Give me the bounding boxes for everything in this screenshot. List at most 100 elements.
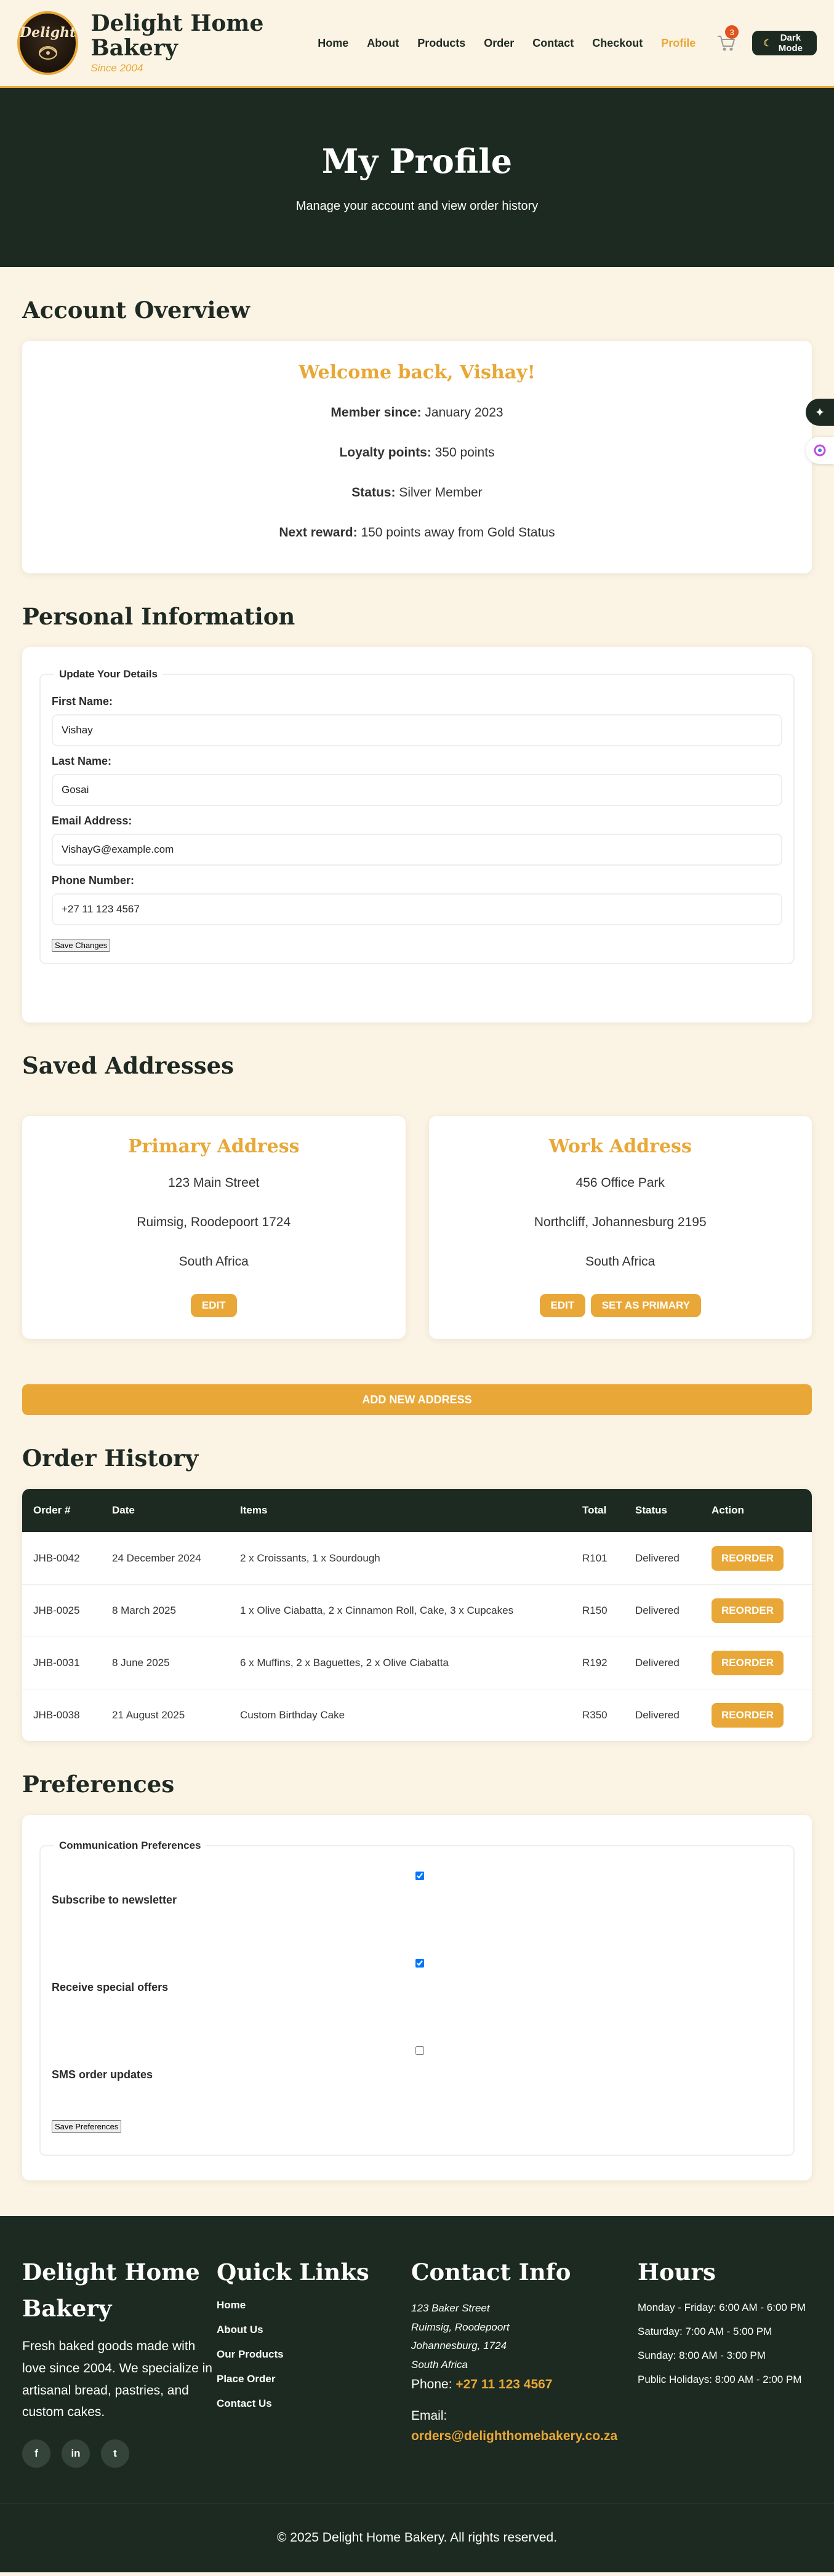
- save-preferences-button[interactable]: Save Preferences: [52, 2120, 122, 2133]
- footer-about-text: Fresh baked goods made with love since 2…: [22, 2339, 212, 2420]
- column-header: Items: [240, 1504, 268, 1516]
- order-date-cell: 21 August 2025: [101, 1688, 229, 1741]
- first-name-input[interactable]: [52, 714, 782, 746]
- column-header: Total: [582, 1504, 607, 1516]
- table-header-row: Order # Date Items Total Status Action: [22, 1489, 812, 1532]
- nav-profile[interactable]: Profile: [661, 37, 696, 50]
- save-changes-button[interactable]: Save Changes: [52, 939, 111, 952]
- phone-label: Phone Number:: [52, 874, 135, 887]
- order-date-cell: 24 December 2024: [101, 1531, 229, 1584]
- order-total-cell: R150: [571, 1584, 624, 1637]
- add-new-address-button[interactable]: ADD NEW ADDRESS: [22, 1384, 812, 1415]
- sms-updates-checkbox[interactable]: [415, 2046, 424, 2055]
- nav-contact[interactable]: Contact: [532, 37, 574, 50]
- assistant-icon: [814, 444, 826, 457]
- column-header: Status: [635, 1504, 667, 1516]
- accessibility-widget-button[interactable]: ✦: [806, 399, 834, 426]
- email-input[interactable]: [52, 834, 782, 866]
- order-action-cell: REORDER: [700, 1531, 812, 1584]
- footer-link-contact[interactable]: Contact Us: [217, 2398, 411, 2410]
- order-total-cell: R350: [571, 1688, 624, 1741]
- table-row: JHB-0042 24 December 2024 2 x Croissants…: [22, 1531, 812, 1584]
- address-title: Work Address: [548, 1136, 692, 1157]
- footer-link-about[interactable]: About Us: [217, 2324, 411, 2336]
- nav-products[interactable]: Products: [417, 37, 465, 50]
- address-title: Primary Address: [127, 1136, 300, 1157]
- set-primary-button[interactable]: SET AS PRIMARY: [590, 1294, 701, 1317]
- order-date-cell: 8 March 2025: [101, 1584, 229, 1637]
- nav-checkout[interactable]: Checkout: [592, 37, 643, 50]
- newsletter-checkbox[interactable]: [415, 1872, 424, 1880]
- order-status-cell: Delivered: [624, 1636, 700, 1689]
- linkedin-icon[interactable]: in: [62, 2439, 90, 2468]
- reorder-button[interactable]: REORDER: [712, 1545, 784, 1571]
- footer-address-line: 123 Baker Street: [411, 2302, 490, 2315]
- address-line: Ruimsig, Roodepoort 1724: [137, 1215, 291, 1229]
- loyalty-points-label: Loyalty points:: [339, 445, 431, 460]
- edit-address-button[interactable]: EDIT: [190, 1294, 237, 1317]
- order-action-cell: REORDER: [700, 1584, 812, 1637]
- footer-copyright: © 2025 Delight Home Bakery. All rights r…: [0, 2503, 834, 2572]
- footer-link-home[interactable]: Home: [217, 2299, 411, 2311]
- footer-phone-value[interactable]: +27 11 123 4567: [455, 2377, 552, 2391]
- main-nav: Home About Products Order Contact Checko…: [318, 37, 714, 50]
- footer-link-order[interactable]: Place Order: [217, 2373, 411, 2385]
- nav-about[interactable]: About: [367, 37, 399, 50]
- status-value: Silver Member: [399, 485, 483, 500]
- hours-entry: Monday - Friday: 6:00 AM - 6:00 PM: [638, 2302, 806, 2314]
- personal-info-title: Personal Information: [22, 603, 295, 630]
- status-row: Status: Silver Member: [22, 485, 812, 500]
- last-name-input[interactable]: [52, 774, 782, 806]
- address-card-primary: Primary Address 123 Main Street Ruimsig,…: [22, 1116, 406, 1339]
- edit-address-button[interactable]: EDIT: [539, 1294, 586, 1317]
- table-row: JHB-0038 21 August 2025 Custom Birthday …: [22, 1688, 812, 1741]
- assistant-widget-button[interactable]: [806, 437, 834, 464]
- nav-order[interactable]: Order: [484, 37, 514, 50]
- reorder-button[interactable]: REORDER: [712, 1598, 784, 1623]
- hours-entry: Public Holidays: 8:00 AM - 2:00 PM: [638, 2373, 802, 2385]
- address-line: South Africa: [178, 1254, 249, 1269]
- brand-since: Since 2004: [90, 62, 143, 74]
- special-offers-checkbox[interactable]: [415, 1959, 424, 1968]
- brand-block: Delight Home Bakery Since 2004: [90, 12, 282, 74]
- reorder-button[interactable]: REORDER: [712, 1702, 784, 1728]
- cart-count-badge: 3: [725, 25, 739, 39]
- footer-address-line: Johannesburg, 1724: [411, 2340, 507, 2352]
- footer-phone: Phone: +27 11 123 4567: [411, 2377, 638, 2392]
- cart-button[interactable]: 3: [716, 25, 739, 52]
- next-reward-label: Next reward:: [279, 525, 358, 540]
- order-status-cell: Delivered: [624, 1584, 700, 1637]
- order-items-cell: Custom Birthday Cake: [229, 1688, 571, 1741]
- bakery-logo[interactable]: Delight: [17, 11, 79, 75]
- order-total-cell: R192: [571, 1636, 624, 1689]
- order-history-table-card: Order # Date Items Total Status Action J…: [22, 1489, 812, 1741]
- footer-link-products[interactable]: Our Products: [217, 2348, 411, 2361]
- moon-icon: ☾: [763, 38, 772, 49]
- account-overview-title: Account Overview: [22, 297, 250, 324]
- address-line: 456 Office Park: [575, 1176, 665, 1190]
- update-details-legend: Update Your Details: [59, 668, 158, 680]
- order-date-cell: 8 June 2025: [101, 1636, 229, 1689]
- saved-addresses-title: Saved Addresses: [22, 1052, 235, 1079]
- phone-input[interactable]: [52, 893, 782, 925]
- footer-columns: Delight Home Bakery Fresh baked goods ma…: [0, 2216, 834, 2503]
- facebook-icon[interactable]: f: [22, 2439, 50, 2468]
- order-action-cell: REORDER: [700, 1636, 812, 1689]
- reorder-button[interactable]: REORDER: [712, 1650, 784, 1675]
- footer-contact: Contact Info 123 Baker Street Ruimsig, R…: [411, 2254, 638, 2472]
- preferences-title: Preferences: [22, 1771, 175, 1798]
- nav-home[interactable]: Home: [318, 37, 348, 50]
- pref-sms-updates: SMS order updates: [52, 2033, 782, 2120]
- member-since-value: January 2023: [425, 405, 503, 420]
- order-id-cell: JHB-0031: [22, 1636, 101, 1689]
- footer-email-value[interactable]: orders@delighthomebakery.co.za: [411, 2429, 617, 2443]
- dark-mode-toggle[interactable]: ☾ Dark Mode: [752, 31, 817, 55]
- order-status-cell: Delivered: [624, 1688, 700, 1741]
- footer-email: Email: orders@delighthomebakery.co.za: [411, 2406, 638, 2447]
- site-footer: Delight Home Bakery Fresh baked goods ma…: [0, 2216, 834, 2572]
- table-row: JHB-0031 8 June 2025 6 x Muffins, 2 x Ba…: [22, 1636, 812, 1689]
- status-label: Status:: [351, 485, 396, 500]
- order-history-title: Order History: [22, 1445, 199, 1472]
- sparkle-icon: ✦: [814, 405, 825, 420]
- twitter-icon[interactable]: t: [101, 2439, 129, 2468]
